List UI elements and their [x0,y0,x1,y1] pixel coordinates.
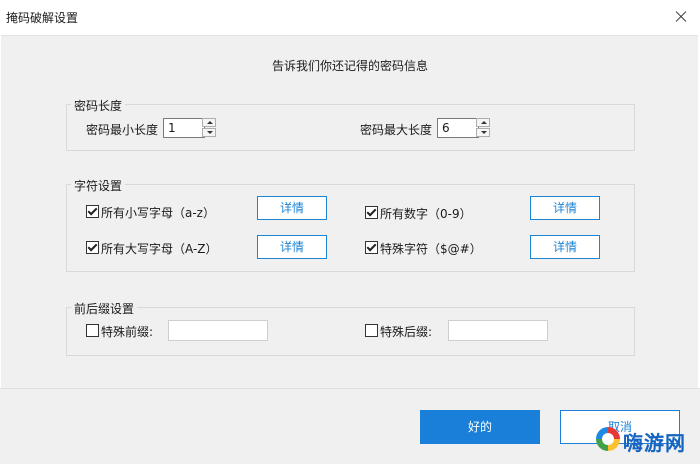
suffix-input[interactable] [448,320,548,341]
close-icon[interactable] [668,4,694,30]
digits-detail-button[interactable]: 详情 [530,196,600,220]
special-checkbox[interactable] [365,241,378,254]
affix-group-legend: 前后缀设置 [71,300,138,317]
min-length-down-icon[interactable] [202,128,216,137]
prefix-label: 特殊前缀: [101,325,154,339]
min-length-label: 密码最小长度 [86,123,159,137]
digits-checkbox[interactable] [365,206,378,219]
digits-label: 所有数字（0-9） [380,207,472,221]
uppercase-checkbox[interactable] [86,241,99,254]
suffix-checkbox[interactable] [365,324,378,337]
max-length-spinner[interactable]: 6 [437,118,491,138]
prefix-input[interactable] [168,320,268,341]
special-label: 特殊字符（$@#） [380,242,482,256]
lowercase-label: 所有小写字母（a-z） [101,206,215,220]
uppercase-detail-button[interactable]: 详情 [257,235,327,259]
min-length-up-icon[interactable] [202,118,216,127]
lowercase-detail-button[interactable]: 详情 [257,196,327,220]
uppercase-label: 所有大写字母（A-Z） [101,242,218,256]
max-length-up-icon[interactable] [476,118,490,127]
min-length-input[interactable]: 1 [163,118,205,138]
window-title: 掩码破解设置 [6,11,79,25]
charset-group-legend: 字符设置 [71,177,126,194]
watermark-logo-icon [596,427,620,451]
max-length-down-icon[interactable] [476,128,490,137]
info-heading: 告诉我们你还记得的密码信息 [271,59,428,73]
length-group-legend: 密码长度 [71,97,126,114]
special-detail-button[interactable]: 详情 [530,235,600,259]
min-length-spinner[interactable]: 1 [163,118,217,138]
prefix-checkbox[interactable] [86,324,99,337]
suffix-label: 特殊后缀: [380,325,433,339]
title-bar: 掩码破解设置 [0,0,700,35]
max-length-input[interactable]: 6 [437,118,479,138]
watermark-text: 嗨游网 [623,431,686,455]
max-length-label: 密码最大长度 [360,123,433,137]
ok-button[interactable]: 好的 [420,410,540,444]
watermark: 嗨游网 [596,425,698,455]
lowercase-checkbox[interactable] [86,205,99,218]
